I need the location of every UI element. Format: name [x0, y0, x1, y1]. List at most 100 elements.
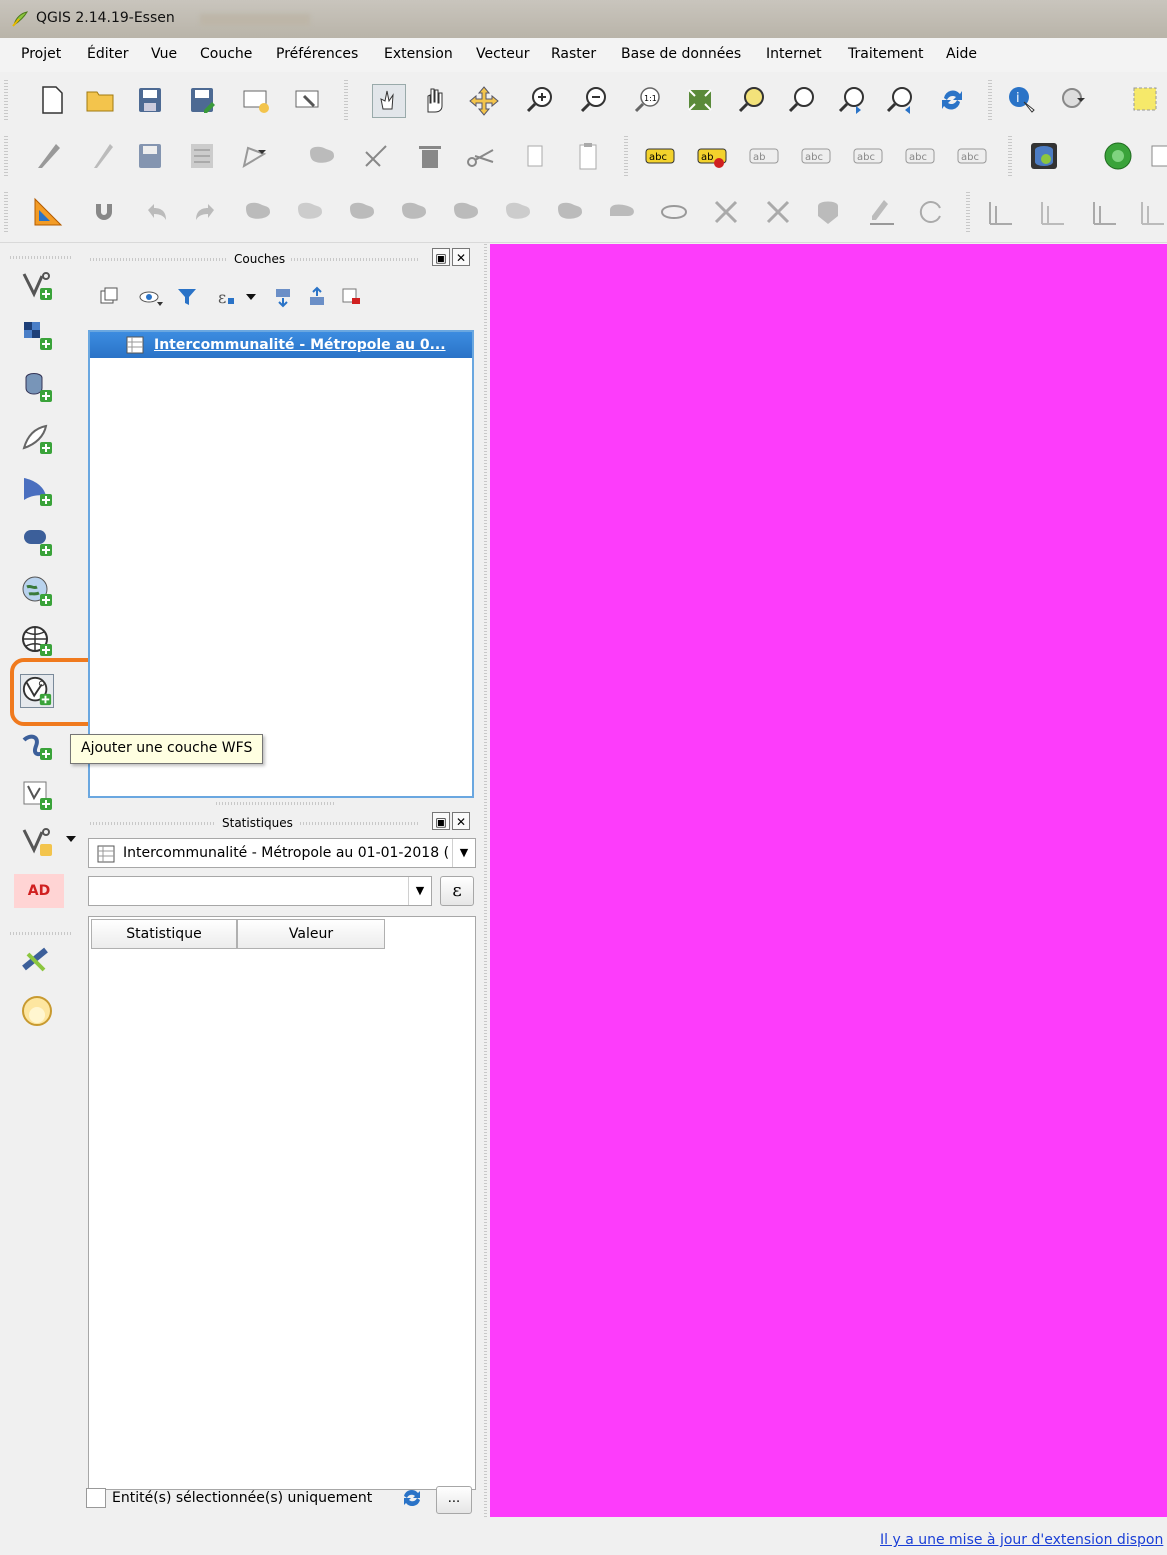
expand-all-icon[interactable]: [272, 286, 294, 308]
split-parts-icon[interactable]: [710, 196, 742, 228]
db-manager-icon[interactable]: [1028, 140, 1060, 172]
chevron-down-icon[interactable]: ▼: [408, 877, 431, 905]
undo-icon[interactable]: [140, 196, 172, 228]
composer-manager-icon[interactable]: [292, 84, 324, 116]
identify-features-icon[interactable]: i: [1006, 84, 1038, 116]
show-hide-labels-icon[interactable]: abc: [800, 140, 832, 172]
rotate-point-symbols-icon[interactable]: [866, 196, 898, 228]
zoom-to-selection-icon[interactable]: [736, 84, 768, 116]
menu-raster[interactable]: Raster: [551, 46, 596, 62]
pan-map-selected-icon[interactable]: [372, 84, 406, 118]
sketch-tool-d-icon[interactable]: [1136, 196, 1167, 228]
layer-labeling-options-icon[interactable]: ab: [696, 140, 728, 172]
select-features-icon[interactable]: [1130, 84, 1162, 116]
menu-vecteur[interactable]: Vecteur: [476, 46, 530, 62]
add-oracle-layer-icon[interactable]: [20, 524, 54, 558]
save-project-icon[interactable]: [134, 84, 166, 116]
yellow-circle-plugin-icon[interactable]: [20, 994, 54, 1028]
menu-base-de-donnees[interactable]: Base de données: [621, 46, 741, 62]
sketch-tool-b-icon[interactable]: [1036, 196, 1068, 228]
run-feature-action-icon[interactable]: [1058, 84, 1090, 116]
rotate-label-icon[interactable]: abc: [904, 140, 936, 172]
current-edits-icon[interactable]: [34, 140, 66, 172]
float-panel-icon[interactable]: ▣: [432, 812, 450, 830]
menu-traitement[interactable]: Traitement: [848, 46, 923, 62]
map-canvas[interactable]: [490, 244, 1167, 1517]
label-icon[interactable]: abc: [644, 140, 676, 172]
zoom-out-icon[interactable]: [578, 84, 610, 116]
statistics-table[interactable]: Statistique Valeur: [88, 916, 476, 1490]
zoom-next-icon[interactable]: [884, 84, 916, 116]
zoom-to-layer-icon[interactable]: [786, 84, 818, 116]
collapse-all-icon[interactable]: [306, 286, 328, 308]
add-virtual-layer-icon[interactable]: [20, 778, 54, 812]
save-layer-edits-icon[interactable]: [134, 140, 166, 172]
layer-name[interactable]: Intercommunalité - Métropole au 0...: [154, 337, 446, 353]
filter-legend-icon[interactable]: [176, 286, 198, 308]
zoom-in-icon[interactable]: [524, 84, 556, 116]
menu-preferences[interactable]: Préférences: [276, 46, 358, 62]
map-splitter[interactable]: [484, 244, 487, 1517]
zoom-last-icon[interactable]: [836, 84, 868, 116]
add-group-icon[interactable]: [98, 286, 120, 308]
new-print-composer-icon[interactable]: [240, 84, 272, 116]
new-shapefile-layer-icon[interactable]: [20, 824, 78, 858]
open-project-icon[interactable]: [84, 84, 116, 116]
add-raster-layer-icon[interactable]: [20, 318, 54, 352]
add-feature-icon[interactable]: [186, 140, 218, 172]
add-postgis-layer-icon[interactable]: [20, 370, 54, 404]
toolbar-grip-2[interactable]: [10, 932, 72, 935]
remove-layer-icon[interactable]: [340, 286, 362, 308]
manage-visibility-icon[interactable]: [138, 286, 164, 308]
layers-tree[interactable]: Intercommunalité - Métropole au 0...: [88, 330, 474, 798]
rotate-feature-icon[interactable]: [914, 196, 946, 228]
layer-select[interactable]: Intercommunalité - Métropole au 01-01-20…: [88, 838, 476, 868]
ad-plugin-button[interactable]: AD: [14, 874, 64, 908]
field-select[interactable]: ▼: [88, 876, 432, 906]
fill-ring-icon[interactable]: [346, 196, 378, 228]
menu-internet[interactable]: Internet: [766, 46, 822, 62]
column-header-valeur[interactable]: Valeur: [237, 919, 385, 949]
split-features-icon[interactable]: [658, 196, 690, 228]
refresh-icon[interactable]: [936, 84, 968, 116]
menu-editer[interactable]: Éditer: [87, 46, 128, 62]
toggle-editing-icon[interactable]: [86, 140, 118, 172]
filter-by-expression-icon[interactable]: ε: [216, 286, 258, 308]
plugin-update-link[interactable]: Il y a une mise à jour d'extension dispo…: [880, 1532, 1163, 1548]
merge-features-icon[interactable]: [762, 196, 794, 228]
trash-icon[interactable]: [414, 140, 446, 172]
delete-ring-icon[interactable]: [398, 196, 430, 228]
delete-part-icon[interactable]: [450, 196, 482, 228]
redo-icon[interactable]: [190, 196, 222, 228]
toolbar-grip[interactable]: [10, 256, 72, 259]
sketch-tool-c-icon[interactable]: [1088, 196, 1120, 228]
menu-vue[interactable]: Vue: [151, 46, 177, 62]
close-panel-icon[interactable]: ✕: [452, 248, 470, 266]
change-label-icon[interactable]: abc: [956, 140, 988, 172]
menu-extension[interactable]: Extension: [384, 46, 453, 62]
dock-splitter[interactable]: [216, 802, 336, 805]
snapping-magnet-icon[interactable]: [88, 196, 120, 228]
simplify-feature-icon[interactable]: [606, 196, 638, 228]
zoom-full-icon[interactable]: [684, 84, 716, 116]
paste-features-icon[interactable]: [572, 140, 604, 172]
sketch-tool-a-icon[interactable]: [984, 196, 1016, 228]
selected-only-checkbox[interactable]: [86, 1488, 106, 1508]
add-wcs-layer-icon[interactable]: [20, 624, 54, 658]
delete-selected-icon[interactable]: [360, 140, 392, 172]
reshape-features-icon[interactable]: [502, 196, 534, 228]
chevron-down-icon[interactable]: ▼: [452, 839, 475, 867]
move-feature-icon[interactable]: [238, 140, 270, 172]
close-panel-icon[interactable]: ✕: [452, 812, 470, 830]
measure-ruler-icon[interactable]: [32, 196, 64, 228]
move-label-icon[interactable]: abc: [852, 140, 884, 172]
menu-aide[interactable]: Aide: [946, 46, 977, 62]
expression-button[interactable]: ε: [440, 876, 474, 906]
pan-hand-icon[interactable]: [418, 84, 450, 116]
pin-labels-icon[interactable]: ab: [748, 140, 780, 172]
add-delimited-text-layer-icon[interactable]: [20, 728, 54, 762]
new-project-icon[interactable]: [36, 84, 68, 116]
zoom-native-icon[interactable]: 1:1: [632, 84, 664, 116]
plugin-partial-icon[interactable]: [1148, 140, 1167, 172]
add-wms-layer-icon[interactable]: [20, 574, 54, 608]
